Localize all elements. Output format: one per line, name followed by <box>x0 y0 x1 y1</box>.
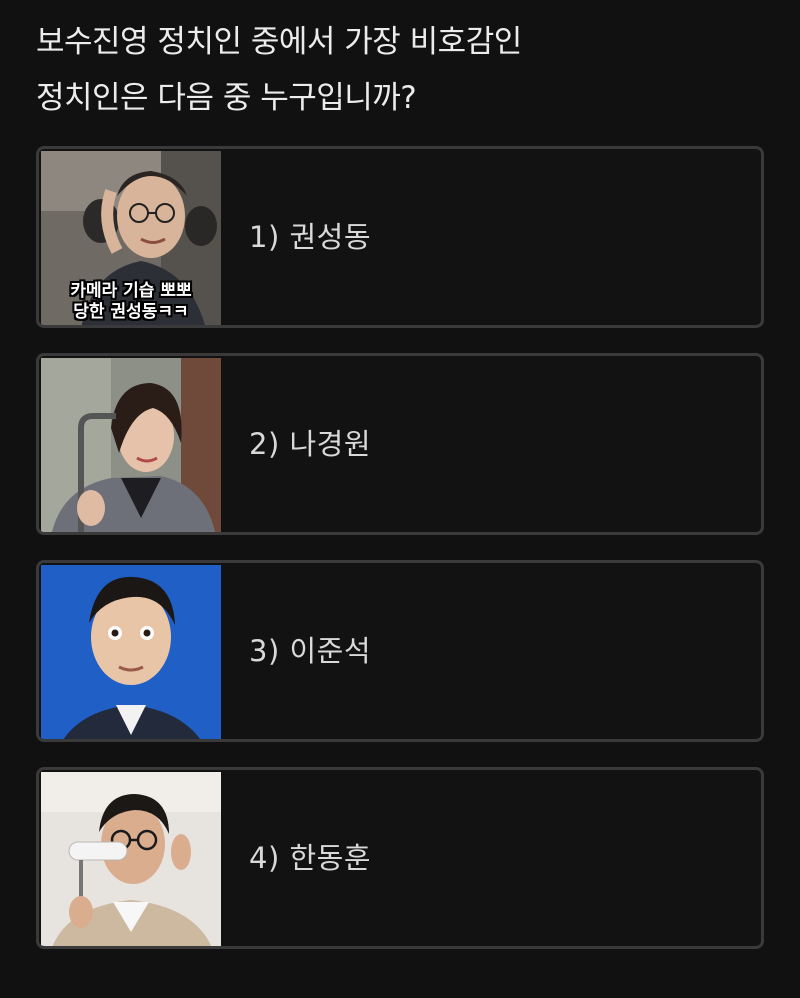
option-4-label: 4) 한동훈 <box>249 841 372 875</box>
option-4-photo <box>41 772 221 946</box>
option-3-label: 3) 이준석 <box>249 634 372 668</box>
option-2-label: 2) 나경원 <box>249 427 372 461</box>
option-1-photo: 카메라 기습 뽀뽀 당한 권성동ㅋㅋ <box>41 151 221 325</box>
poll-question: 보수진영 정치인 중에서 가장 비호감인 정치인은 다음 중 누구입니까? <box>36 14 756 126</box>
option-3-photo <box>41 565 221 739</box>
option-2-photo <box>41 358 221 532</box>
poll-option-4[interactable]: 4) 한동훈 <box>36 767 764 949</box>
poll-question-line-1: 보수진영 정치인 중에서 가장 비호감인 <box>36 24 522 60</box>
poll-question-line-2: 정치인은 다음 중 누구입니까? <box>36 80 417 116</box>
poll-option-3[interactable]: 3) 이준석 <box>36 560 764 742</box>
option-1-photo-caption: 카메라 기습 뽀뽀 당한 권성동ㅋㅋ <box>70 281 192 322</box>
poll-option-2[interactable]: 2) 나경원 <box>36 353 764 535</box>
poll-option-1[interactable]: 카메라 기습 뽀뽀 당한 권성동ㅋㅋ 1) 권성동 <box>36 146 764 328</box>
option-1-label: 1) 권성동 <box>249 220 372 254</box>
poll-options-list: 카메라 기습 뽀뽀 당한 권성동ㅋㅋ 1) 권성동 2) 나경원 3) 이준석 … <box>36 146 764 949</box>
